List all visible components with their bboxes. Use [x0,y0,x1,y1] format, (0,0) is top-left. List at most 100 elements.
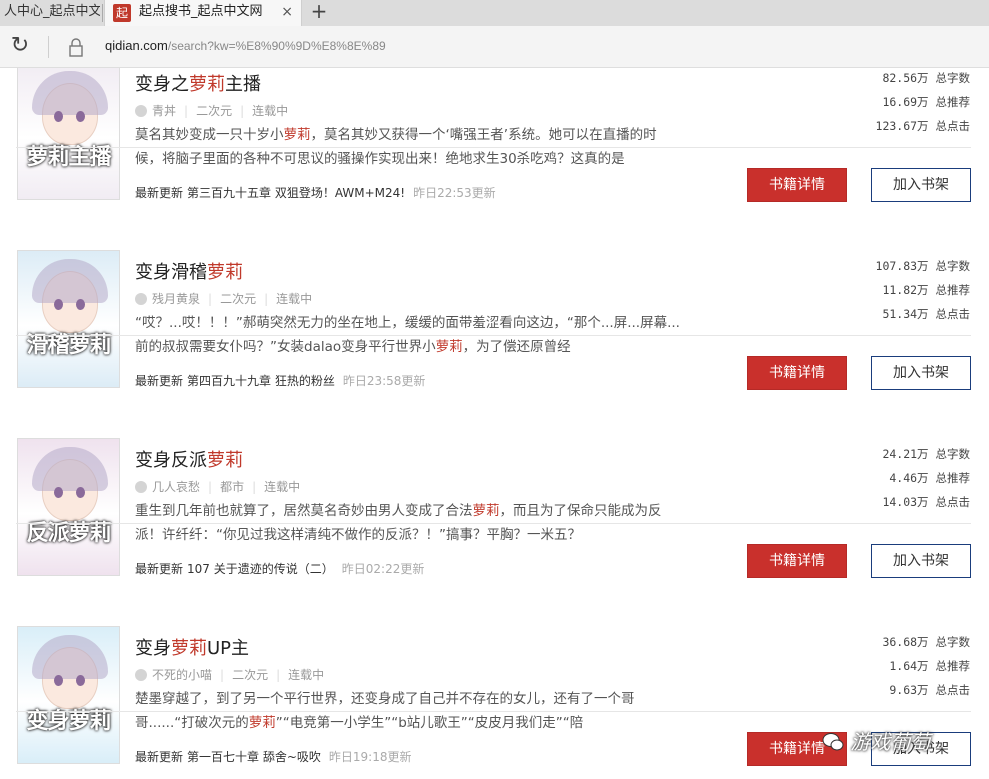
tab-separator [102,4,103,22]
book-result: 萝莉主播 变身之萝莉主播 青丼 | 二次元 | 连载中 莫名其妙变成一只十岁小萝莉，莫名… [0,68,989,202]
author-avatar-icon [135,293,147,305]
book-title[interactable]: 变身萝莉UP主 [135,634,249,660]
status-text: 连载中 [276,292,313,306]
book-title[interactable]: 变身反派萝莉 [135,446,243,472]
cover-title: 变身萝莉 [26,709,111,734]
author-link[interactable]: 不死的小喵 [152,668,212,682]
url-path: /search?kw=%E8%90%9D%E8%8E%89 [167,39,386,53]
latest-label: 最新更新 [135,750,184,764]
desc-highlight: 萝莉 [248,715,276,731]
meta-separator: | [264,292,269,306]
update-time: 昨日19:18更新 [328,750,412,764]
status-text: 连载中 [288,668,325,682]
stat-clicks: 123.67万 总点击 [840,114,970,138]
author-avatar-icon [135,105,147,117]
latest-chapter-link[interactable]: 第一百七十章 舔舍~吸吹 [187,750,321,764]
stat-clicks-label: 总点击 [935,307,971,321]
meta-separator: | [220,668,225,682]
category-link[interactable]: 二次元 [232,668,268,682]
status-text: 连载中 [252,104,289,118]
meta-separator: | [252,480,257,494]
wechat-icon [822,733,844,751]
title-text: 变身反派 [135,450,207,471]
title-text-end: 主播 [225,74,261,95]
book-meta: 几人哀愁 | 都市 | 连载中 [135,478,300,495]
watermark: 游戏葡萄 [822,726,930,755]
stat-recommend-value: 1.64万 [889,659,929,673]
title-text: 变身 [135,638,171,659]
stat-clicks-label: 总点击 [935,119,971,133]
stat-recommend: 16.69万 总推荐 [840,90,970,114]
latest-update: 最新更新 第一百七十章 舔舍~吸吹 昨日19:18更新 [135,748,411,765]
url-host: qidian.com [105,38,168,53]
toolbar-divider [48,36,49,58]
author-avatar-icon [135,669,147,681]
stat-recommend: 1.64万 总推荐 [840,654,970,678]
stat-recommend-label: 总推荐 [935,95,971,109]
stat-recommend: 11.82万 总推荐 [840,278,970,302]
stat-clicks-value: 51.34万 [882,307,929,321]
desc-text: 莫名其妙变成一只十岁小 [135,127,284,143]
stat-clicks-label: 总点击 [935,683,971,697]
stat-recommend-value: 11.82万 [882,283,929,297]
book-cover[interactable]: 变身萝莉 [17,626,120,764]
tab-bar: 人中心_起点中文$ 起 起点搜书_起点中文网 × + [0,0,989,26]
category-link[interactable]: 都市 [220,480,244,494]
category-link[interactable]: 二次元 [196,104,232,118]
desc-text-end: ”“电竞第一小学生”“b站儿歌王”“皮皮月我们走”“陪 [275,715,584,731]
meta-separator: | [208,292,213,306]
stat-words: 107.83万 总字数 [840,254,970,278]
desc-text: 重生到几年前也就算了，居然莫名奇妙由男人变成了合法 [135,503,473,519]
meta-separator: | [208,480,213,494]
stat-words-label: 总字数 [935,447,971,461]
search-results: 萝莉主播 变身之萝莉主播 青丼 | 二次元 | 连载中 莫名其妙变成一只十岁小萝莉，莫名… [0,68,989,779]
book-meta: 残月黄泉 | 二次元 | 连载中 [135,290,312,307]
tab-label: 人中心_起点中文$ [4,4,100,19]
book-stats: 36.68万 总字数 1.64万 总推荐 9.63万 总点击 [840,630,970,702]
meta-separator: | [240,104,245,118]
book-result: 变身萝莉 变身萝莉UP主 不死的小喵 | 二次元 | 连载中 楚墨穿越了，到了另一个平行… [0,524,989,766]
stat-recommend-label: 总推荐 [935,283,971,297]
stat-words-value: 82.56万 [882,71,929,85]
stat-recommend-value: 16.69万 [882,95,929,109]
book-result: 反派萝莉 变身反派萝莉 几人哀愁 | 都市 | 连载中 重生到几年前也就算了，居然莫名奇… [0,336,989,578]
tab-user-center[interactable]: 人中心_起点中文$ [0,0,100,26]
stat-recommend-label: 总推荐 [935,471,971,485]
book-title[interactable]: 变身之萝莉主播 [135,70,261,96]
stat-words-label: 总字数 [935,71,971,85]
author-link[interactable]: 青丼 [152,104,176,118]
stat-words-label: 总字数 [935,635,971,649]
stat-clicks-label: 总点击 [935,495,971,509]
stat-words-label: 总字数 [935,259,971,273]
author-link[interactable]: 几人哀愁 [152,480,200,494]
tab-search[interactable]: 起 起点搜书_起点中文网 × [104,0,302,26]
book-stats: 82.56万 总字数 16.69万 总推荐 123.67万 总点击 [840,68,970,138]
url-field[interactable]: qidian.com/search?kw=%E8%90%9D%E8%8E%89 [105,38,386,53]
author-link[interactable]: 残月黄泉 [152,292,200,306]
qidian-favicon-icon: 起 [113,4,131,22]
book-result: 滑稽萝莉 变身滑稽萝莉 残月黄泉 | 二次元 | 连载中 “哎？...哎！！！”郝萌突然… [0,148,989,390]
stat-clicks-value: 123.67万 [875,119,929,133]
stat-clicks-value: 14.03万 [882,495,929,509]
category-link[interactable]: 二次元 [220,292,256,306]
close-tab-icon[interactable]: × [281,0,293,24]
watermark-text: 游戏葡萄 [850,730,931,754]
book-meta: 不死的小喵 | 二次元 | 连载中 [135,666,324,683]
title-text-end: UP主 [207,638,250,659]
status-text: 连载中 [264,480,301,494]
book-meta: 青丼 | 二次元 | 连载中 [135,102,288,119]
stat-clicks-value: 9.63万 [889,683,929,697]
meta-separator: | [276,668,281,682]
title-highlight: 萝莉 [171,638,207,659]
title-highlight: 萝莉 [207,262,243,283]
cover-art [18,627,119,763]
stat-words-value: 24.21万 [882,447,929,461]
book-title[interactable]: 变身滑稽萝莉 [135,258,243,284]
desc-highlight: 萝莉 [283,127,311,143]
stat-words: 36.68万 总字数 [840,630,970,654]
title-highlight: 萝莉 [207,450,243,471]
author-avatar-icon [135,481,147,493]
stat-recommend-value: 4.46万 [889,471,929,485]
new-tab-button[interactable]: + [306,0,332,26]
reload-icon[interactable]: ↻ [8,34,32,58]
